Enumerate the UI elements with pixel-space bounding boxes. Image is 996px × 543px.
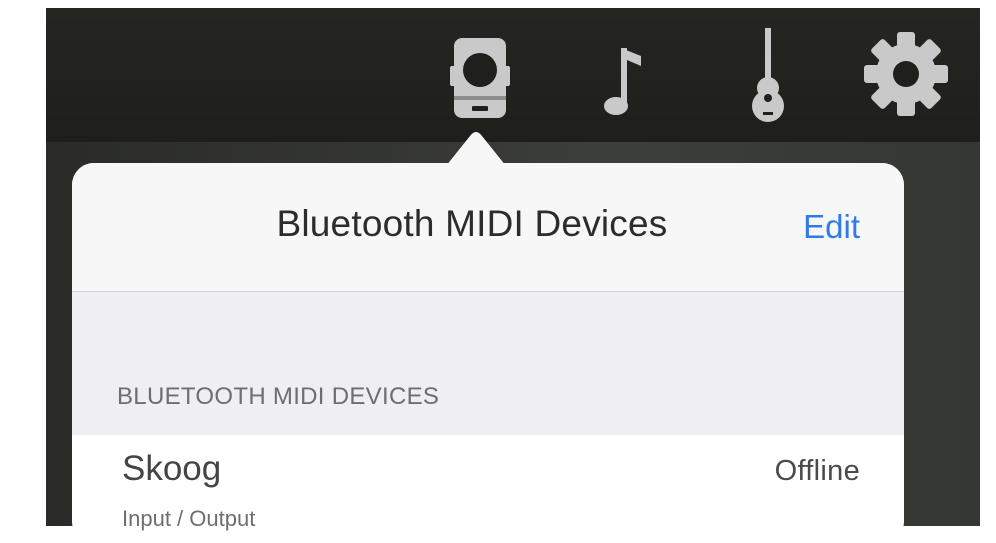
popover-nav-bar: Bluetooth MIDI Devices Edit bbox=[72, 163, 904, 292]
gear-icon[interactable] bbox=[860, 28, 952, 120]
device-status: Offline bbox=[774, 455, 860, 487]
popover-title: Bluetooth MIDI Devices bbox=[72, 203, 904, 245]
device-row[interactable]: Skoog Offline Input / Output bbox=[72, 435, 904, 543]
section-header: BLUETOOTH MIDI DEVICES bbox=[117, 383, 440, 410]
guitar-icon[interactable] bbox=[743, 28, 793, 124]
midi-device-icon[interactable] bbox=[450, 28, 510, 120]
device-mode: Input / Output bbox=[122, 506, 256, 531]
bluetooth-midi-popover: Bluetooth MIDI Devices Edit BLUETOOTH MI… bbox=[72, 163, 904, 543]
music-note-icon[interactable] bbox=[601, 28, 645, 120]
popover-title-text: Bluetooth MIDI Devices bbox=[276, 203, 668, 244]
device-name: Skoog bbox=[122, 449, 222, 488]
popover-arrow bbox=[446, 132, 506, 166]
edit-button[interactable]: Edit bbox=[803, 208, 860, 246]
top-toolbar bbox=[46, 8, 980, 142]
